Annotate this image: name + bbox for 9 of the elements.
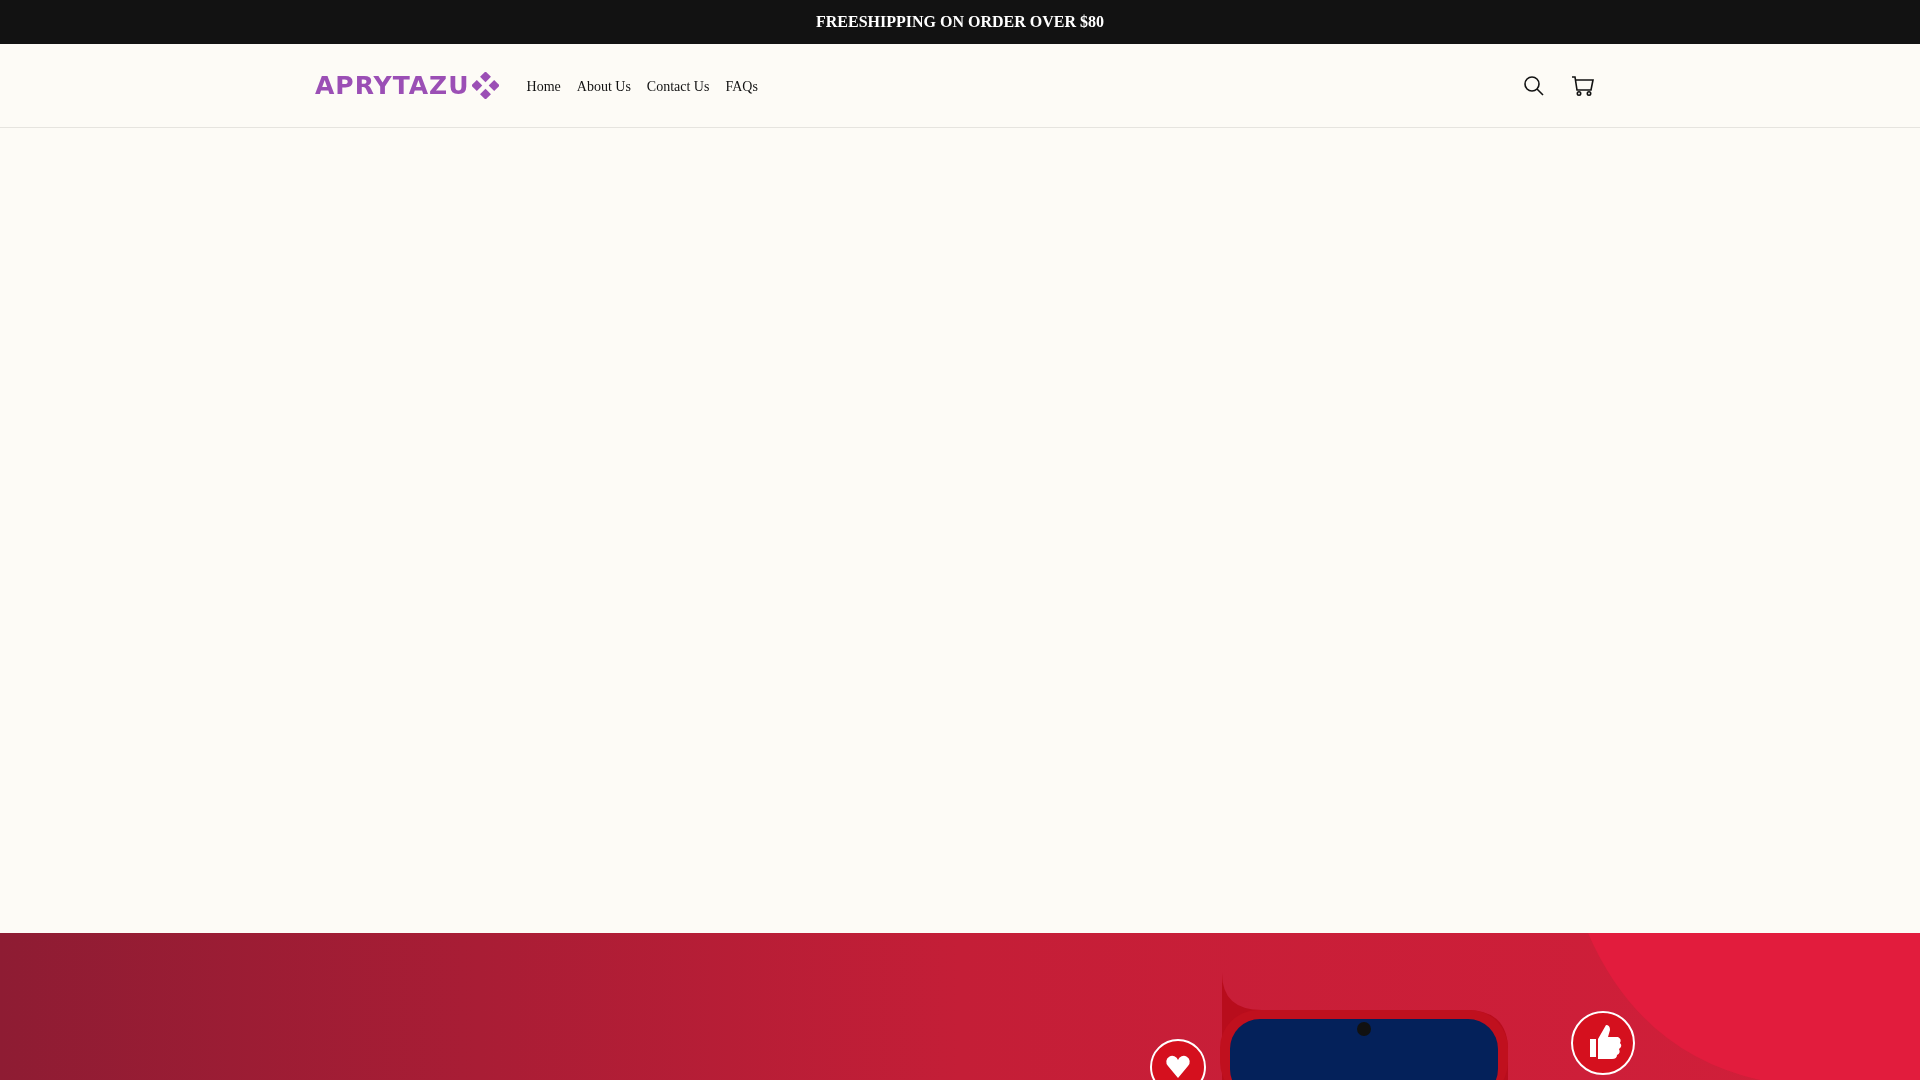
nav-link[interactable]: FAQs [717,73,766,101]
announcement-text: FREESHIPPING ON ORDER OVER $80 [816,13,1104,31]
nav-link[interactable]: Home [518,73,569,101]
cart-icon [1571,74,1595,97]
nav-link[interactable]: Contact Us [638,73,718,101]
search-icon [1523,74,1545,97]
diamond-logo-icon [471,72,499,99]
logo-text[interactable]: APRYTAZU [315,71,470,100]
nav-link[interactable]: About Us [568,73,639,101]
